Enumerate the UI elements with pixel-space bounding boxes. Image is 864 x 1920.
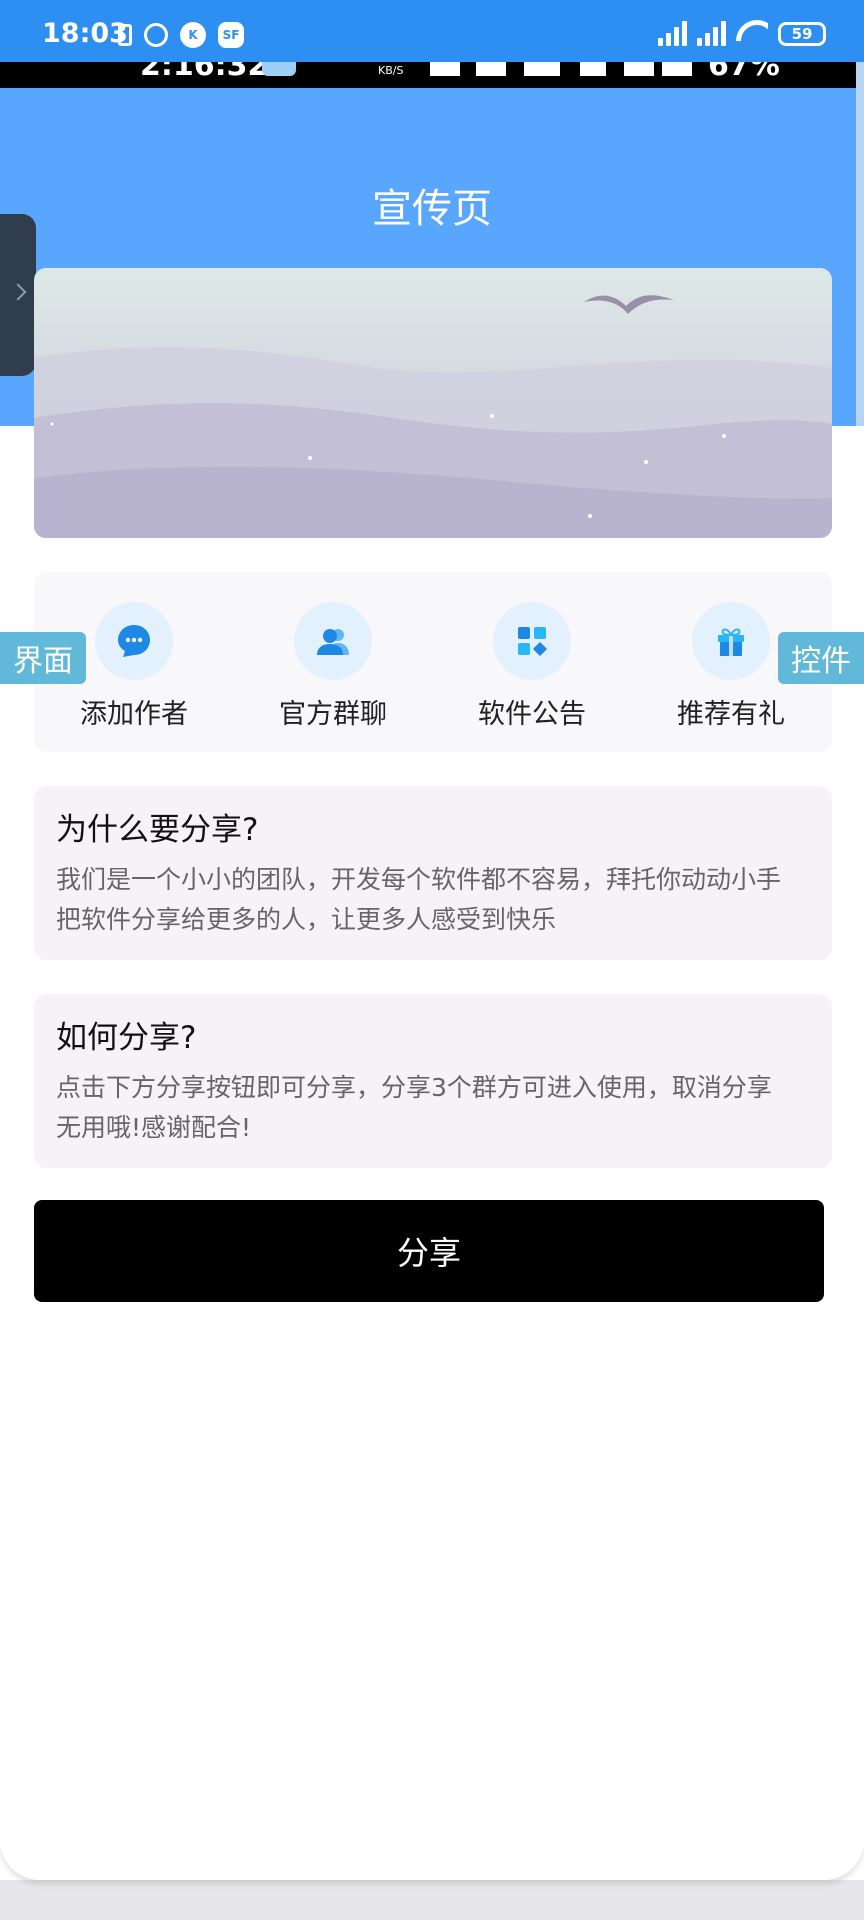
- how-to-share-line-1: 点击下方分享按钮即可分享，分享3个群方可进入使用，取消分享: [56, 1073, 772, 1102]
- announcement-icon-circle: [493, 602, 571, 680]
- nfc-icon: [430, 62, 460, 76]
- why-share-body: 我们是一个小小的团队，开发每个软件都不容易，拜托你动动小手 把软件分享给更多的人…: [56, 860, 810, 940]
- quick-actions-card: 添加作者 官方群聊 软件公告 推荐有礼: [34, 572, 832, 752]
- sf-app-icon: SF: [218, 22, 244, 48]
- signal-icon: [658, 20, 687, 46]
- signal-icon-2: [697, 20, 726, 46]
- signal-small-icon: [624, 62, 654, 76]
- lte-icon: [524, 62, 560, 76]
- status-right-icons: 59: [658, 20, 826, 46]
- quick-action-official-group[interactable]: 官方群聊: [233, 602, 433, 732]
- battery-icon: 59: [778, 22, 826, 46]
- side-drawer-handle[interactable]: [0, 214, 36, 376]
- inner-app-icon: [262, 62, 296, 76]
- why-share-line-2: 把软件分享给更多的人，让更多人感受到快乐: [56, 905, 557, 934]
- banner-illustration: [34, 268, 832, 538]
- wifi-icon: [736, 20, 768, 46]
- volte-icon: [476, 62, 506, 76]
- signal-small-icon-2: [662, 62, 692, 76]
- chevron-right-icon: [9, 283, 27, 301]
- wifi-small-icon: [580, 62, 606, 76]
- share-button[interactable]: 分享: [34, 1200, 824, 1302]
- group-people-icon: [317, 629, 349, 655]
- floating-label-interface[interactable]: 界面: [0, 632, 86, 684]
- official-group-icon-circle: [294, 602, 372, 680]
- how-to-share-card: 如何分享? 点击下方分享按钮即可分享，分享3个群方可进入使用，取消分享 无用哦!…: [34, 994, 832, 1168]
- why-share-card: 为什么要分享? 我们是一个小小的团队，开发每个软件都不容易，拜托你动动小手 把软…: [34, 786, 832, 960]
- quick-action-label: 软件公告: [478, 699, 586, 730]
- phone-icon: [118, 24, 132, 46]
- referral-gift-icon-circle: [692, 602, 770, 680]
- quick-action-label: 添加作者: [80, 699, 188, 730]
- alarm-icon: [144, 23, 168, 47]
- inner-battery-pct: 67%: [708, 62, 780, 83]
- quick-action-label: 官方群聊: [279, 699, 387, 730]
- status-time: 18:03: [42, 18, 128, 49]
- gift-icon: [718, 628, 744, 656]
- scroll-edge: [856, 62, 864, 426]
- inner-speed-unit: KB/S: [378, 64, 404, 77]
- k-app-icon: K: [180, 22, 206, 48]
- quick-action-label: 推荐有礼: [677, 699, 785, 730]
- how-to-share-body: 点击下方分享按钮即可分享，分享3个群方可进入使用，取消分享 无用哦!感谢配合!: [56, 1068, 810, 1148]
- status-left-icons: K SF: [118, 22, 244, 48]
- add-author-icon-circle: [95, 602, 173, 680]
- page-title: 宣传页: [372, 186, 492, 232]
- screen-bottom-edge: [0, 1840, 864, 1920]
- quick-action-announcement[interactable]: 软件公告: [432, 602, 632, 732]
- chat-bubble-icon: [118, 625, 150, 657]
- inner-time: 2:16:32: [140, 62, 269, 83]
- grid-apps-icon: [518, 627, 547, 656]
- why-share-title: 为什么要分享?: [56, 812, 259, 848]
- how-to-share-title: 如何分享?: [56, 1020, 197, 1056]
- why-share-line-1: 我们是一个小小的团队，开发每个软件都不容易，拜托你动动小手: [56, 865, 782, 894]
- floating-label-widget[interactable]: 控件: [778, 632, 864, 684]
- how-to-share-line-2: 无用哦!感谢配合!: [56, 1113, 252, 1142]
- promo-banner[interactable]: [34, 268, 832, 538]
- inner-status-strip: 2:16:32 KB/S 67%: [0, 62, 864, 88]
- system-status-bar: 18:03 K SF 59: [0, 0, 864, 62]
